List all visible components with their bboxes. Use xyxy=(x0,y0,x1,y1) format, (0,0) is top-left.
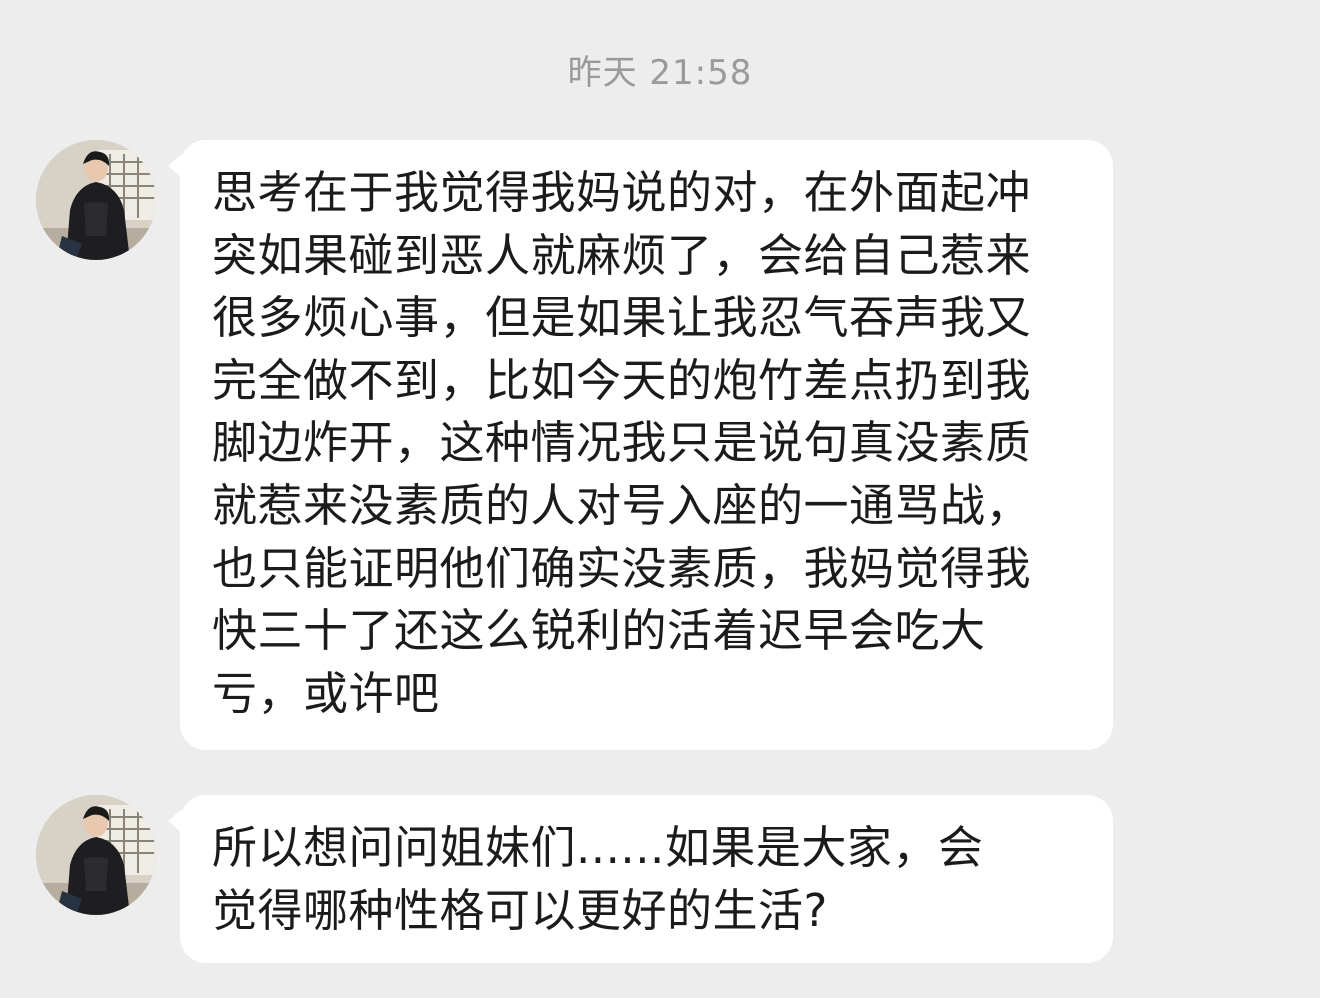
sender-avatar[interactable] xyxy=(36,140,156,260)
message-bubble[interactable]: 所以想问问姐妹们......如果是大家，会觉得哪种性格可以更好的生活? xyxy=(180,795,1113,963)
avatar-photo-icon xyxy=(36,140,156,260)
sender-avatar[interactable] xyxy=(36,795,156,915)
message-row: 所以想问问姐妹们......如果是大家，会觉得哪种性格可以更好的生活? xyxy=(0,795,1320,965)
avatar-photo-icon xyxy=(36,795,156,915)
message-bubble[interactable]: 思考在于我觉得我妈说的对，在外面起冲突如果碰到恶人就麻烦了，会给自己惹来很多烦心… xyxy=(180,140,1113,750)
message-text: 所以想问问姐妹们......如果是大家，会觉得哪种性格可以更好的生活? xyxy=(212,821,984,937)
message-timestamp: 昨天 21:58 xyxy=(567,53,753,93)
message-row: 思考在于我觉得我妈说的对，在外面起冲突如果碰到恶人就麻烦了，会给自己惹来很多烦心… xyxy=(0,140,1320,752)
message-text: 思考在于我觉得我妈说的对，在外面起冲突如果碰到恶人就麻烦了，会给自己惹来很多烦心… xyxy=(212,166,1032,720)
